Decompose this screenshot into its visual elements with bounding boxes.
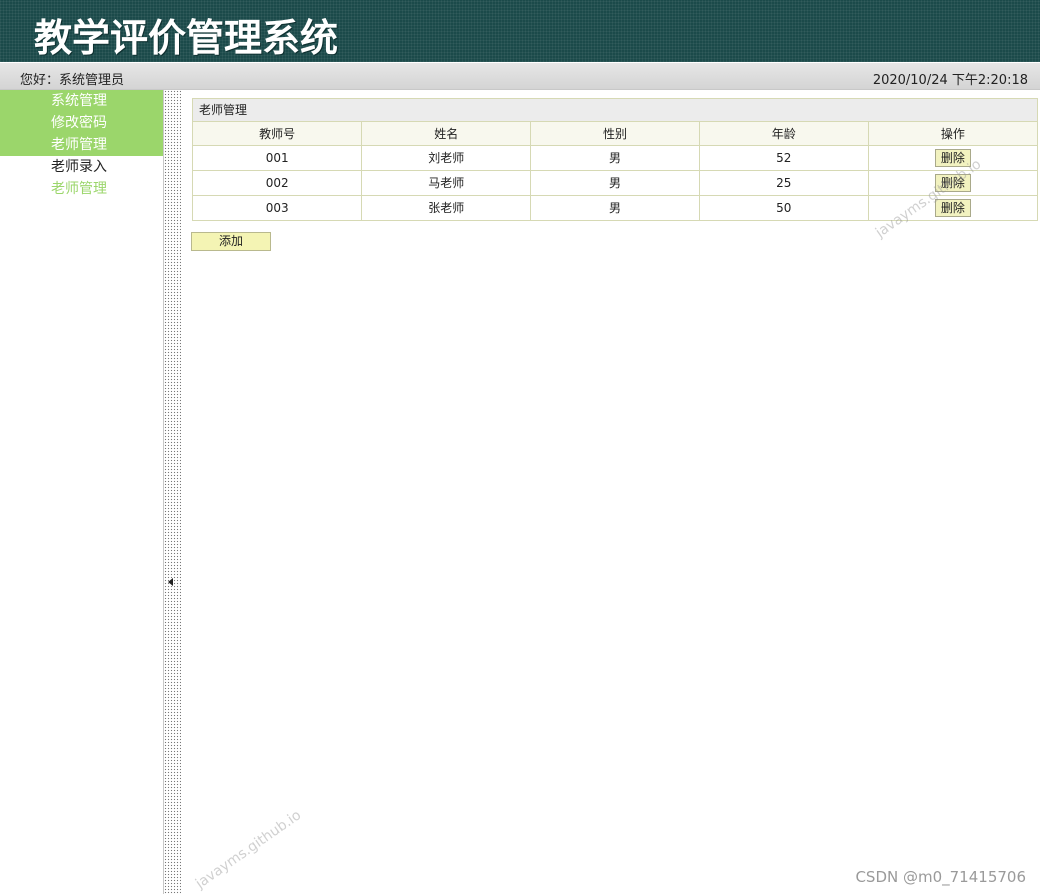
- info-bar: 您好：系统管理员 2020/10/24 下午2:20:18: [0, 62, 1040, 90]
- csdn-watermark: CSDN @m0_71415706: [855, 868, 1026, 886]
- column-header-age: 年龄: [698, 122, 869, 146]
- cell-age: 50: [698, 194, 869, 220]
- column-header-action: 操作: [867, 122, 1037, 146]
- cell-action: 删除: [867, 144, 1037, 171]
- cell-name: 刘老师: [361, 144, 532, 171]
- cell-teacher-id: 002: [193, 169, 363, 196]
- delete-button[interactable]: 删除: [934, 198, 971, 217]
- cell-gender: 男: [530, 144, 700, 171]
- sidebar-item-change-password[interactable]: 修改密码: [0, 112, 163, 134]
- cell-age: 25: [698, 169, 869, 196]
- column-header-gender: 性别: [530, 122, 700, 146]
- column-header-teacher-id: 教师号: [193, 122, 363, 146]
- table-row: 002 马老师 男 25 删除: [193, 169, 1037, 196]
- current-datetime: 2020/10/24 下午2:20:18: [872, 73, 1028, 88]
- table-row: 001 刘老师 男 52 删除: [193, 144, 1037, 171]
- cell-age: 52: [698, 144, 869, 171]
- caret-left-icon[interactable]: [168, 578, 173, 586]
- cell-teacher-id: 003: [193, 194, 363, 220]
- sidebar-item-teacher-management[interactable]: 老师管理: [0, 178, 163, 200]
- table-header-row: 教师号 姓名 性别 年龄 操作: [193, 122, 1037, 146]
- app-header: 教学评价管理系统: [0, 0, 1040, 62]
- cell-name: 马老师: [361, 169, 532, 196]
- cell-gender: 男: [530, 169, 700, 196]
- user-greeting: 您好：系统管理员: [20, 73, 125, 88]
- app-title: 教学评价管理系统: [34, 16, 339, 60]
- sidebar-item-teacher-management-header[interactable]: 老师管理: [0, 134, 163, 156]
- sidebar-item-system-management[interactable]: 系统管理: [0, 90, 163, 112]
- sidebar-menu-group: 系统管理 修改密码 老师管理: [0, 90, 163, 156]
- panel-title: 老师管理: [193, 99, 1037, 122]
- sidebar-splitter[interactable]: [163, 90, 181, 894]
- cell-teacher-id: 001: [193, 144, 363, 171]
- sidebar-item-teacher-entry[interactable]: 老师录入: [0, 156, 163, 178]
- add-button[interactable]: 添加: [191, 232, 271, 251]
- sidebar: 系统管理 修改密码 老师管理 老师录入 老师管理: [0, 90, 163, 894]
- cell-gender: 男: [530, 194, 700, 220]
- cell-name: 张老师: [361, 194, 532, 220]
- column-header-name: 姓名: [361, 122, 532, 146]
